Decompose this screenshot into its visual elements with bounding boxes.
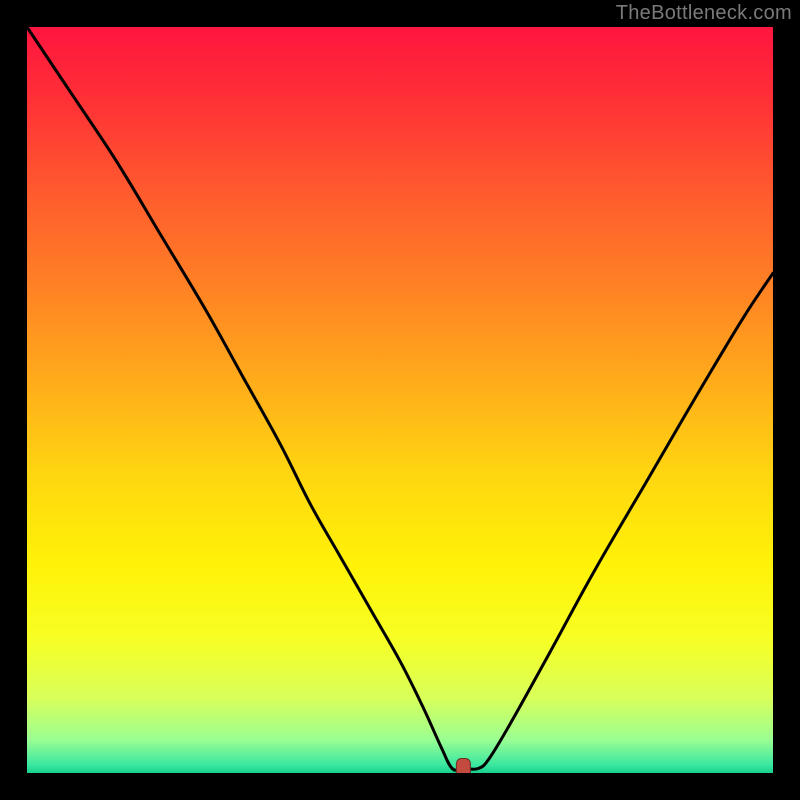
watermark-text: TheBottleneck.com [616, 2, 792, 25]
optimal-point-marker [456, 759, 470, 774]
bottleneck-chart [27, 27, 773, 773]
chart-frame: TheBottleneck.com [0, 0, 800, 800]
plot-area [27, 27, 773, 773]
